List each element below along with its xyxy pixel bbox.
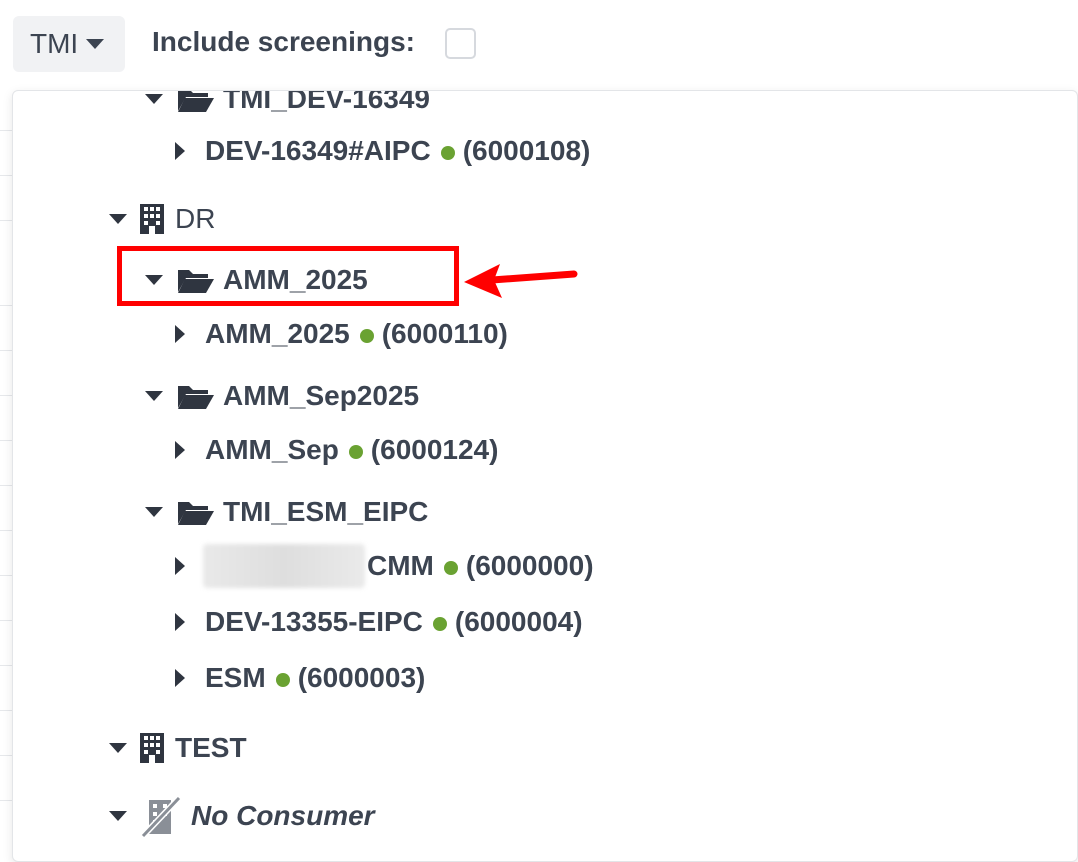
- caret-down-icon[interactable]: [109, 743, 127, 753]
- caret-down-icon[interactable]: [145, 391, 163, 401]
- red-arrow: [464, 264, 578, 298]
- item-id: (6000110): [381, 318, 508, 349]
- folder-open-icon: [178, 502, 214, 525]
- background-table-lines: [0, 90, 12, 854]
- tree-item-dev-16349-aipc[interactable]: DEV-16349#AIPC (6000108): [175, 131, 590, 171]
- status-dot: [359, 329, 374, 343]
- folder-label: TMI_DEV-16349: [223, 90, 430, 114]
- tree-item-dev-13355-eipc[interactable]: DEV-13355-EIPC (6000004): [175, 602, 583, 642]
- item-id: (6000000): [465, 550, 594, 581]
- caret-down-icon: [86, 39, 105, 49]
- item-name: DEV-13355-EIPC: [205, 606, 423, 637]
- status-dot: [348, 445, 363, 459]
- caret-down-icon[interactable]: [109, 214, 127, 224]
- building-icon: [140, 204, 164, 234]
- no-building-icon: [140, 795, 182, 838]
- tree-item-cmm[interactable]: CMM (6000000): [175, 544, 594, 588]
- highlight-box: [117, 246, 459, 306]
- consumer-label: No Consumer: [191, 800, 375, 831]
- item-name: CMM: [367, 550, 434, 581]
- building-icon: [140, 733, 164, 763]
- folder-open-icon: [178, 386, 214, 409]
- item-name: AMM_Sep: [205, 434, 339, 465]
- tree-item-amm-2025[interactable]: AMM_2025 (6000110): [175, 314, 508, 354]
- tree-folder-tmi-dev-16349[interactable]: TMI_DEV-16349: [145, 90, 430, 119]
- caret-right-icon[interactable]: [175, 142, 185, 160]
- tree-folder-tmi-esm-eipc[interactable]: TMI_ESM_EIPC: [145, 492, 428, 532]
- folder-open-icon: [178, 91, 214, 112]
- status-dot: [275, 673, 290, 687]
- tree-item-amm-sep[interactable]: AMM_Sep (6000124): [175, 430, 498, 470]
- caret-right-icon[interactable]: [175, 557, 185, 575]
- include-screenings-checkbox[interactable]: [445, 28, 476, 59]
- status-dot: [440, 146, 455, 160]
- redacted-text: [203, 544, 365, 588]
- caret-right-icon[interactable]: [175, 669, 185, 687]
- consumer-tree-dropdown: TMI_DEV-16349 DEV-16349#AIPC (6000108) D…: [12, 90, 1078, 862]
- status-dot: [443, 561, 458, 575]
- tree-item-esm[interactable]: ESM (6000003): [175, 658, 425, 698]
- include-screenings-label: Include screenings:: [152, 26, 415, 57]
- item-id: (6000124): [370, 434, 499, 465]
- caret-down-icon[interactable]: [145, 94, 163, 104]
- caret-down-icon[interactable]: [109, 811, 127, 821]
- item-name: DEV-16349#AIPC: [205, 135, 431, 166]
- caret-right-icon[interactable]: [175, 325, 185, 343]
- caret-right-icon[interactable]: [175, 441, 185, 459]
- tree-no-consumer[interactable]: No Consumer: [109, 795, 375, 838]
- tenant-dropdown-label: TMI: [30, 28, 79, 59]
- folder-label: AMM_Sep2025: [223, 380, 420, 411]
- tree-consumer-test[interactable]: TEST: [109, 728, 247, 768]
- item-name: AMM_2025: [205, 318, 350, 349]
- item-name: ESM: [205, 662, 266, 693]
- status-dot: [432, 617, 447, 631]
- item-id: (6000004): [454, 606, 583, 637]
- consumer-label: DR: [175, 203, 216, 234]
- folder-label: TMI_ESM_EIPC: [223, 496, 429, 527]
- consumer-label: TEST: [175, 732, 247, 763]
- toolbar: TMI Include screenings:: [0, 0, 1078, 90]
- tree-folder-amm-sep2025[interactable]: AMM_Sep2025: [145, 376, 419, 416]
- tenant-dropdown-button[interactable]: TMI: [13, 16, 125, 72]
- caret-right-icon[interactable]: [175, 613, 185, 631]
- item-id: (6000003): [297, 662, 426, 693]
- item-id: (6000108): [462, 135, 591, 166]
- caret-down-icon[interactable]: [145, 507, 163, 517]
- tree-consumer-dr[interactable]: DR: [109, 199, 215, 239]
